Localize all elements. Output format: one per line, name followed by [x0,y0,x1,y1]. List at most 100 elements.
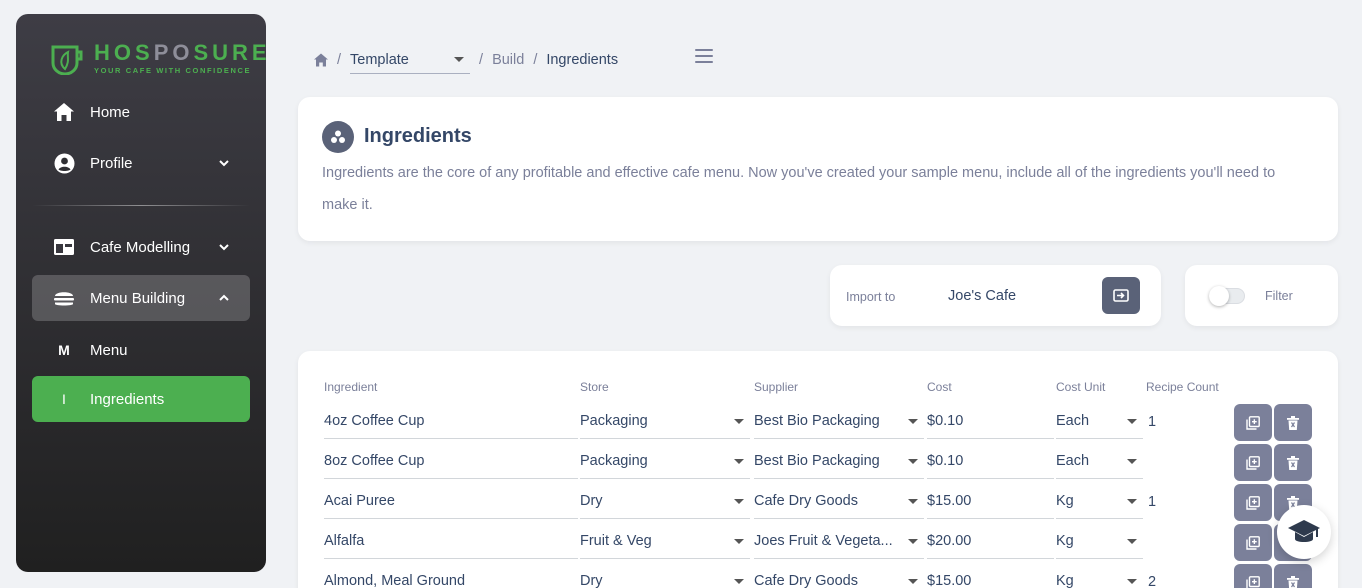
ingredient-name-input[interactable]: Acai Puree [324,484,578,519]
breadcrumb-separator: / [533,52,538,68]
caret-down-icon [1127,419,1137,424]
import-target-select[interactable]: Joe's Cafe [948,288,1016,304]
cost-input[interactable]: $0.10 [927,444,1054,479]
trash-icon [1287,415,1299,430]
delete-button[interactable] [1274,404,1312,441]
duplicate-icon [1246,535,1260,550]
supplier-select[interactable]: Cafe Dry Goods [754,484,924,519]
duplicate-icon [1246,575,1260,588]
cost-input[interactable]: $15.00 [927,564,1054,588]
recipe-count: 2 [1148,573,1157,588]
page-title: Ingredients [364,125,472,147]
cost-input[interactable]: $0.10 [927,404,1054,439]
duplicate-button[interactable] [1234,404,1272,441]
delete-button[interactable] [1274,444,1312,481]
ingredients-letter: I [62,391,66,407]
sidebar-divider [32,205,250,206]
brand-name: HOSPOSURE [94,40,266,65]
table-row: 8oz Coffee Cup Packaging Best Bio Packagin… [298,444,1338,484]
cup-logo-icon [51,45,83,75]
caret-down-icon [454,57,465,62]
column-header: Store [580,380,609,394]
caret-down-icon [908,499,918,504]
duplicate-button[interactable] [1234,484,1272,521]
table-row: 4oz Coffee Cup Packaging Best Bio Packagin… [298,404,1338,444]
duplicate-button[interactable] [1234,444,1272,481]
duplicate-icon [1246,455,1260,470]
brand-tagline: YOUR CAFE WITH CONFIDENCE [94,66,252,75]
ingredient-name-input[interactable]: Almond, Meal Ground [324,564,578,588]
import-card: Import to Joe's Cafe [830,265,1161,326]
store-select[interactable]: Dry [580,564,750,588]
sidebar-item-cafe-modelling[interactable]: Cafe Modelling [32,224,250,270]
sidebar-item-label: Home [90,103,131,121]
cost-input[interactable]: $15.00 [927,484,1054,519]
sidebar-item-ingredients[interactable]: I Ingredients [32,376,250,422]
breadcrumb-separator: / [479,52,484,68]
menu-toggle-icon[interactable] [695,49,713,63]
storefront-icon [53,236,75,258]
recipe-count: 1 [1148,493,1157,510]
caret-down-icon [1127,539,1137,544]
import-icon [1113,289,1129,302]
breadcrumb-build[interactable]: Build [492,52,524,68]
cost-unit-select[interactable]: Each [1056,444,1143,479]
caret-down-icon [1127,499,1137,504]
table-row: Alfalfa Fruit & Veg Joes Fruit & Vegeta...… [298,524,1338,564]
sidebar-item-label: Ingredients [90,390,165,408]
cost-input[interactable]: $20.00 [927,524,1054,559]
page-description: Ingredients are the core of any profitab… [322,165,1276,213]
sidebar-item-label: Profile [90,154,133,172]
import-label: Import to [846,290,896,304]
delete-button[interactable] [1274,564,1312,588]
chevron-down-icon [219,160,229,167]
brand-logo[interactable]: HOSPOSURE YOUR CAFE WITH CONFIDENCE [50,42,266,75]
sidebar-item-label: Menu Building [90,289,186,307]
ingredient-name-input[interactable]: 4oz Coffee Cup [324,404,578,439]
duplicate-icon [1246,415,1260,430]
import-button[interactable] [1102,277,1140,314]
duplicate-button[interactable] [1234,524,1272,561]
cost-unit-select[interactable]: Kg [1056,524,1143,559]
cost-unit-select[interactable]: Each [1056,404,1143,439]
column-header: Cost Unit [1056,380,1106,394]
caret-down-icon [1127,579,1137,584]
sidebar-item-menu-building[interactable]: Menu Building [32,275,250,321]
filter-toggle[interactable] [1209,286,1245,306]
caret-down-icon [908,539,918,544]
sidebar: HOSPOSURE YOUR CAFE WITH CONFIDENCE Home… [16,14,266,572]
template-select[interactable]: Template [350,46,471,74]
menu-letter: M [58,342,70,358]
chevron-up-icon [219,294,229,301]
store-select[interactable]: Fruit & Veg [580,524,750,559]
caret-down-icon [1127,459,1137,464]
sidebar-item-label: Menu [90,341,128,359]
home-icon [53,101,75,123]
sidebar-item-profile[interactable]: Profile [32,140,250,186]
ingredient-name-input[interactable]: 8oz Coffee Cup [324,444,578,479]
account-circle-icon [53,152,75,174]
duplicate-icon [1246,495,1260,510]
sidebar-item-home[interactable]: Home [32,89,250,135]
sidebar-item-menu[interactable]: M Menu [32,327,250,373]
tutorial-button[interactable] [1277,505,1331,559]
supplier-select[interactable]: Best Bio Packaging [754,444,924,479]
home-icon[interactable] [314,53,328,67]
cost-unit-select[interactable]: Kg [1056,484,1143,519]
store-select[interactable]: Dry [580,484,750,519]
supplier-select[interactable]: Best Bio Packaging [754,404,924,439]
caret-down-icon [734,419,744,424]
store-select[interactable]: Packaging [580,444,750,479]
chevron-down-icon [219,244,229,251]
caret-down-icon [734,499,744,504]
column-header: Ingredient [324,380,378,394]
supplier-select[interactable]: Joes Fruit & Vegeta... [754,524,924,559]
filter-label: Filter [1265,289,1293,303]
ingredient-name-input[interactable]: Alfalfa [324,524,578,559]
supplier-select[interactable]: Cafe Dry Goods [754,564,924,588]
intro-card: Ingredients Ingredients are the core of … [298,97,1338,241]
cost-unit-select[interactable]: Kg [1056,564,1143,588]
duplicate-button[interactable] [1234,564,1272,588]
store-select[interactable]: Packaging [580,404,750,439]
filter-card: Filter [1185,265,1338,326]
